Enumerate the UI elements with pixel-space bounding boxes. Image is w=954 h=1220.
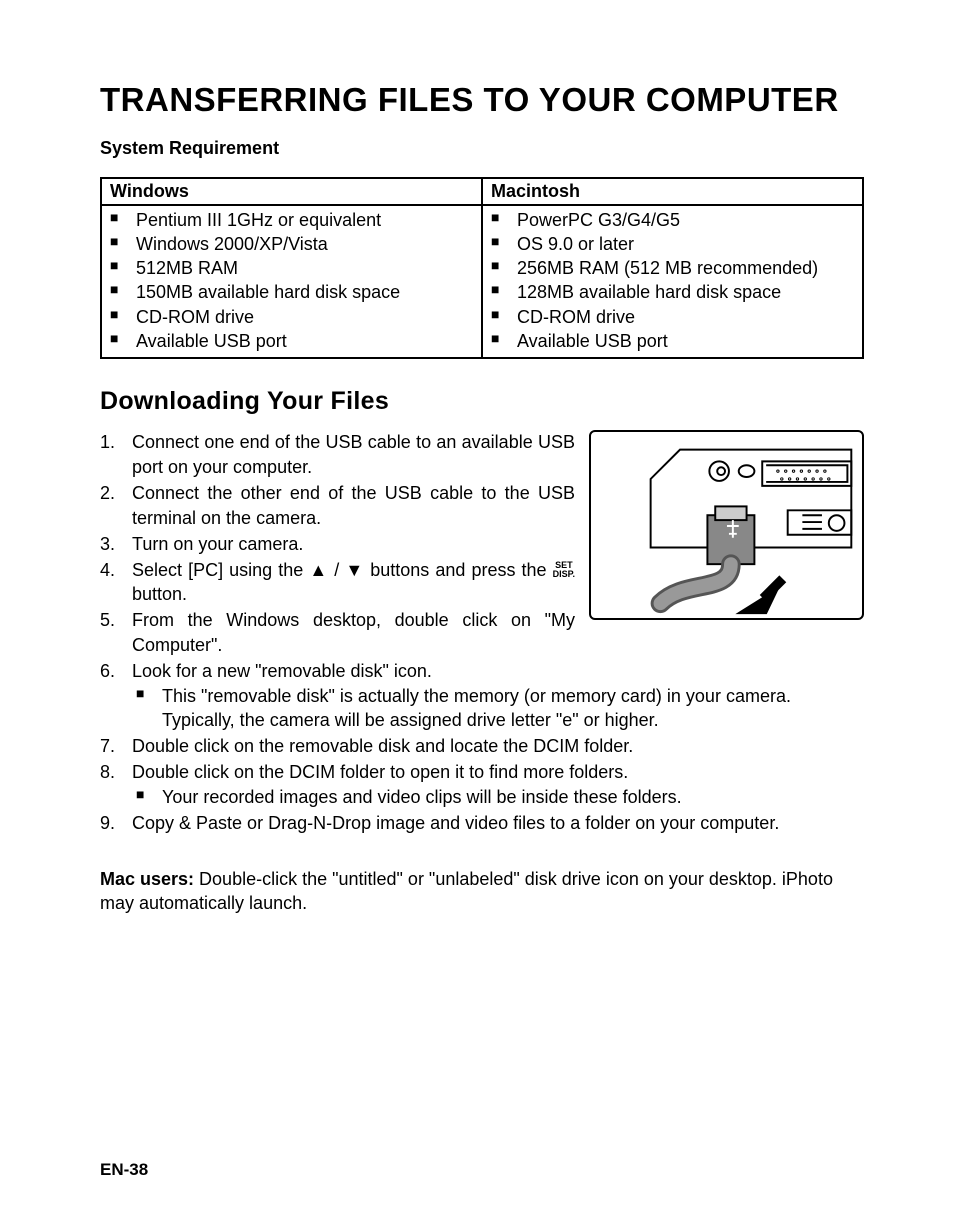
downloading-heading: Downloading Your Files <box>100 387 864 416</box>
step-4: Select [PC] using the ▲ / ▼ buttons and … <box>100 558 864 608</box>
windows-header: Windows <box>101 178 482 205</box>
list-item: Available USB port <box>491 329 854 353</box>
list-item: Pentium III 1GHz or equivalent <box>110 208 473 232</box>
list-item: OS 9.0 or later <box>491 232 854 256</box>
step-3: Turn on your camera. <box>100 532 864 557</box>
page-title: TRANSFERRING FILES TO YOUR COMPUTER <box>100 80 864 120</box>
list-item: 512MB RAM <box>110 256 473 280</box>
set-disp-icon: SETDISP. <box>553 561 575 579</box>
mac-users-note: Mac users: Double-click the "untitled" o… <box>100 867 864 917</box>
windows-cell: Pentium III 1GHz or equivalent Windows 2… <box>101 205 482 359</box>
step-2: Connect the other end of the USB cable t… <box>100 481 864 531</box>
list-item: 150MB available hard disk space <box>110 280 473 304</box>
list-item: 256MB RAM (512 MB recommended) <box>491 256 854 280</box>
macintosh-cell: PowerPC G3/G4/G5 OS 9.0 or later 256MB R… <box>482 205 863 359</box>
macintosh-header: Macintosh <box>482 178 863 205</box>
step-9: Copy & Paste or Drag-N-Drop image and vi… <box>100 811 864 836</box>
step-8-sub: Your recorded images and video clips wil… <box>132 785 864 810</box>
list-item: CD-ROM drive <box>491 305 854 329</box>
step-5: From the Windows desktop, double click o… <box>100 608 864 658</box>
page-number: EN-38 <box>100 1160 148 1180</box>
list-item: Available USB port <box>110 329 473 353</box>
step-8: Double click on the DCIM folder to open … <box>100 760 864 810</box>
system-requirements-table: Windows Macintosh Pentium III 1GHz or eq… <box>100 177 864 360</box>
list-item: PowerPC G3/G4/G5 <box>491 208 854 232</box>
step-7: Double click on the removable disk and l… <box>100 734 864 759</box>
step-1: Connect one end of the USB cable to an a… <box>100 430 864 480</box>
list-item: 128MB available hard disk space <box>491 280 854 304</box>
step-6: Look for a new "removable disk" icon. Th… <box>100 659 864 733</box>
download-steps: Connect one end of the USB cable to an a… <box>100 430 864 835</box>
sysreq-heading: System Requirement <box>100 138 864 159</box>
step-6-sub: This "removable disk" is actually the me… <box>132 684 864 734</box>
list-item: CD-ROM drive <box>110 305 473 329</box>
list-item: Windows 2000/XP/Vista <box>110 232 473 256</box>
